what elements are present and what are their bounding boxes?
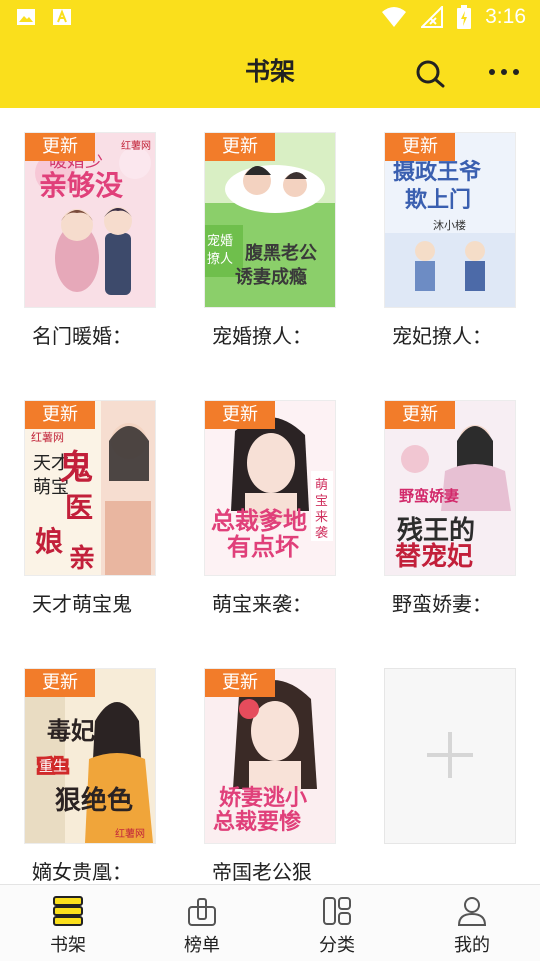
book-cover[interactable]: 娇妻逃小 总裁要惨 更新	[204, 668, 336, 844]
tab-bookshelf[interactable]: 书架	[18, 885, 118, 961]
book-item[interactable]: 红薯网 天才 萌宝 鬼 医 娘 亲 更新 天才萌宝鬼	[24, 400, 156, 617]
no-signal-icon	[421, 6, 444, 28]
bookshelf-icon	[53, 896, 83, 926]
svg-text:诱妻成瘾: 诱妻成瘾	[235, 266, 307, 288]
cover-brand-text: 红薯网	[121, 139, 151, 152]
book-item[interactable]: 萌 宝 来 袭 总裁爹地 有点坏 更新 萌宝来袭：	[204, 400, 336, 617]
book-item[interactable]: 毒妃 重生 狠绝色 红薯网 更新 嫡女贵凰：	[24, 668, 156, 884]
tab-profile[interactable]: 我的	[422, 885, 522, 961]
update-badge: 更新	[25, 669, 95, 697]
book-cover[interactable]: 毒妃 重生 狠绝色 红薯网 更新	[24, 668, 156, 844]
update-badge: 更新	[25, 401, 95, 429]
ranking-icon	[188, 898, 216, 926]
svg-text:娇妻逃小: 娇妻逃小	[219, 785, 307, 811]
book-item[interactable]: 宠婚 撩人 腹黑老公 诱妻成瘾 更新 宠婚撩人：	[204, 132, 336, 349]
wifi-icon	[382, 7, 407, 27]
page-title: 书架	[244, 57, 295, 86]
status-bar: 3:16	[0, 0, 540, 36]
add-book-button[interactable]	[384, 668, 516, 844]
svg-text:总裁爹地: 总裁爹地	[211, 507, 307, 535]
tab-category[interactable]: 分类	[287, 885, 387, 961]
book-title: 嫡女贵凰：	[32, 860, 132, 884]
svg-text:萌: 萌	[315, 478, 328, 493]
update-badge: 更新	[205, 401, 275, 429]
book-item[interactable]: 亲够没 暖婚少 红薯网 更新 名门暖婚：	[24, 132, 156, 349]
svg-text:亲: 亲	[69, 544, 95, 574]
svg-text:宠婚: 宠婚	[207, 233, 233, 249]
app-notification-icon	[53, 9, 71, 25]
status-notifications	[16, 8, 72, 26]
svg-text:替宠妃: 替宠妃	[395, 541, 473, 572]
status-time: 3:16	[485, 5, 526, 28]
update-badge: 更新	[205, 669, 275, 697]
svg-text:医: 医	[65, 491, 93, 524]
svg-text:袭: 袭	[315, 526, 328, 541]
svg-text:沐小楼: 沐小楼	[433, 218, 466, 232]
update-badge: 更新	[25, 133, 95, 161]
book-title: 宠婚撩人：	[212, 324, 312, 348]
book-cover[interactable]: 野蛮娇妻 残王的 替宠妃 更新	[384, 400, 516, 576]
svg-text:撩人: 撩人	[207, 251, 233, 267]
update-badge: 更新	[385, 133, 455, 161]
book-cover[interactable]: 亲够没 暖婚少 红薯网 更新	[24, 132, 156, 308]
book-title: 名门暖婚：	[32, 324, 132, 348]
svg-text:摄政王爷: 摄政王爷	[393, 159, 482, 185]
svg-text:红薯网: 红薯网	[31, 431, 64, 444]
svg-text:有点坏: 有点坏	[227, 533, 299, 561]
tab-label: 榜单	[184, 935, 220, 956]
book-title: 天才萌宝鬼	[32, 592, 132, 616]
svg-text:鬼: 鬼	[59, 448, 93, 488]
battery-charging-icon	[457, 5, 472, 29]
update-badge: 更新	[385, 401, 455, 429]
svg-text:毒妃: 毒妃	[47, 717, 95, 745]
svg-text:总裁要惨: 总裁要惨	[213, 809, 302, 835]
svg-text:来: 来	[315, 510, 328, 525]
book-title: 萌宝来袭：	[212, 592, 312, 616]
book-cover[interactable]: 摄政王爷 欺上门 沐小楼 更新	[384, 132, 516, 308]
svg-text:狠绝色: 狠绝色	[55, 785, 133, 816]
book-title: 宠妃撩人：	[392, 324, 492, 348]
svg-text:红薯网: 红薯网	[115, 827, 145, 840]
category-icon	[323, 897, 351, 925]
search-icon[interactable]	[414, 58, 448, 90]
book-title: 帝国老公狠	[212, 860, 312, 884]
bookshelf-grid: 亲够没 暖婚少 红薯网 更新 名门暖婚： 宠婚 撩人 腹黑老公 诱妻成瘾 更新 …	[0, 108, 540, 884]
plus-icon	[427, 732, 473, 778]
book-item[interactable]: 娇妻逃小 总裁要惨 更新 帝国老公狠	[204, 668, 336, 884]
profile-icon	[457, 897, 487, 926]
book-item[interactable]: 摄政王爷 欺上门 沐小楼 更新 宠妃撩人：	[384, 132, 516, 349]
tab-label: 我的	[454, 935, 490, 956]
tab-ranking[interactable]: 榜单	[152, 885, 252, 961]
book-title: 野蛮娇妻：	[392, 592, 492, 616]
svg-text:宝: 宝	[315, 494, 328, 509]
book-item[interactable]: 野蛮娇妻 残王的 替宠妃 更新 野蛮娇妻：	[384, 400, 516, 617]
tab-label: 书架	[50, 935, 86, 956]
book-cover[interactable]: 萌 宝 来 袭 总裁爹地 有点坏 更新	[204, 400, 336, 576]
book-cover[interactable]: 宠婚 撩人 腹黑老公 诱妻成瘾 更新	[204, 132, 336, 308]
svg-text:腹黑老公: 腹黑老公	[245, 242, 317, 264]
svg-text:野蛮娇妻: 野蛮娇妻	[399, 487, 459, 505]
svg-text:重生: 重生	[39, 759, 67, 775]
book-cover[interactable]: 红薯网 天才 萌宝 鬼 医 娘 亲 更新	[24, 400, 156, 576]
svg-text:亲够没: 亲够没	[39, 169, 123, 202]
svg-text:娘: 娘	[35, 525, 63, 558]
update-badge: 更新	[205, 133, 275, 161]
gallery-notification-icon	[17, 9, 35, 25]
svg-text:欺上门: 欺上门	[405, 187, 471, 213]
app-bar: 书架	[0, 36, 540, 108]
more-options-icon[interactable]	[488, 64, 520, 80]
tab-label: 分类	[319, 935, 355, 956]
bottom-tab-bar: 书架 榜单 分类 我的	[0, 884, 540, 961]
